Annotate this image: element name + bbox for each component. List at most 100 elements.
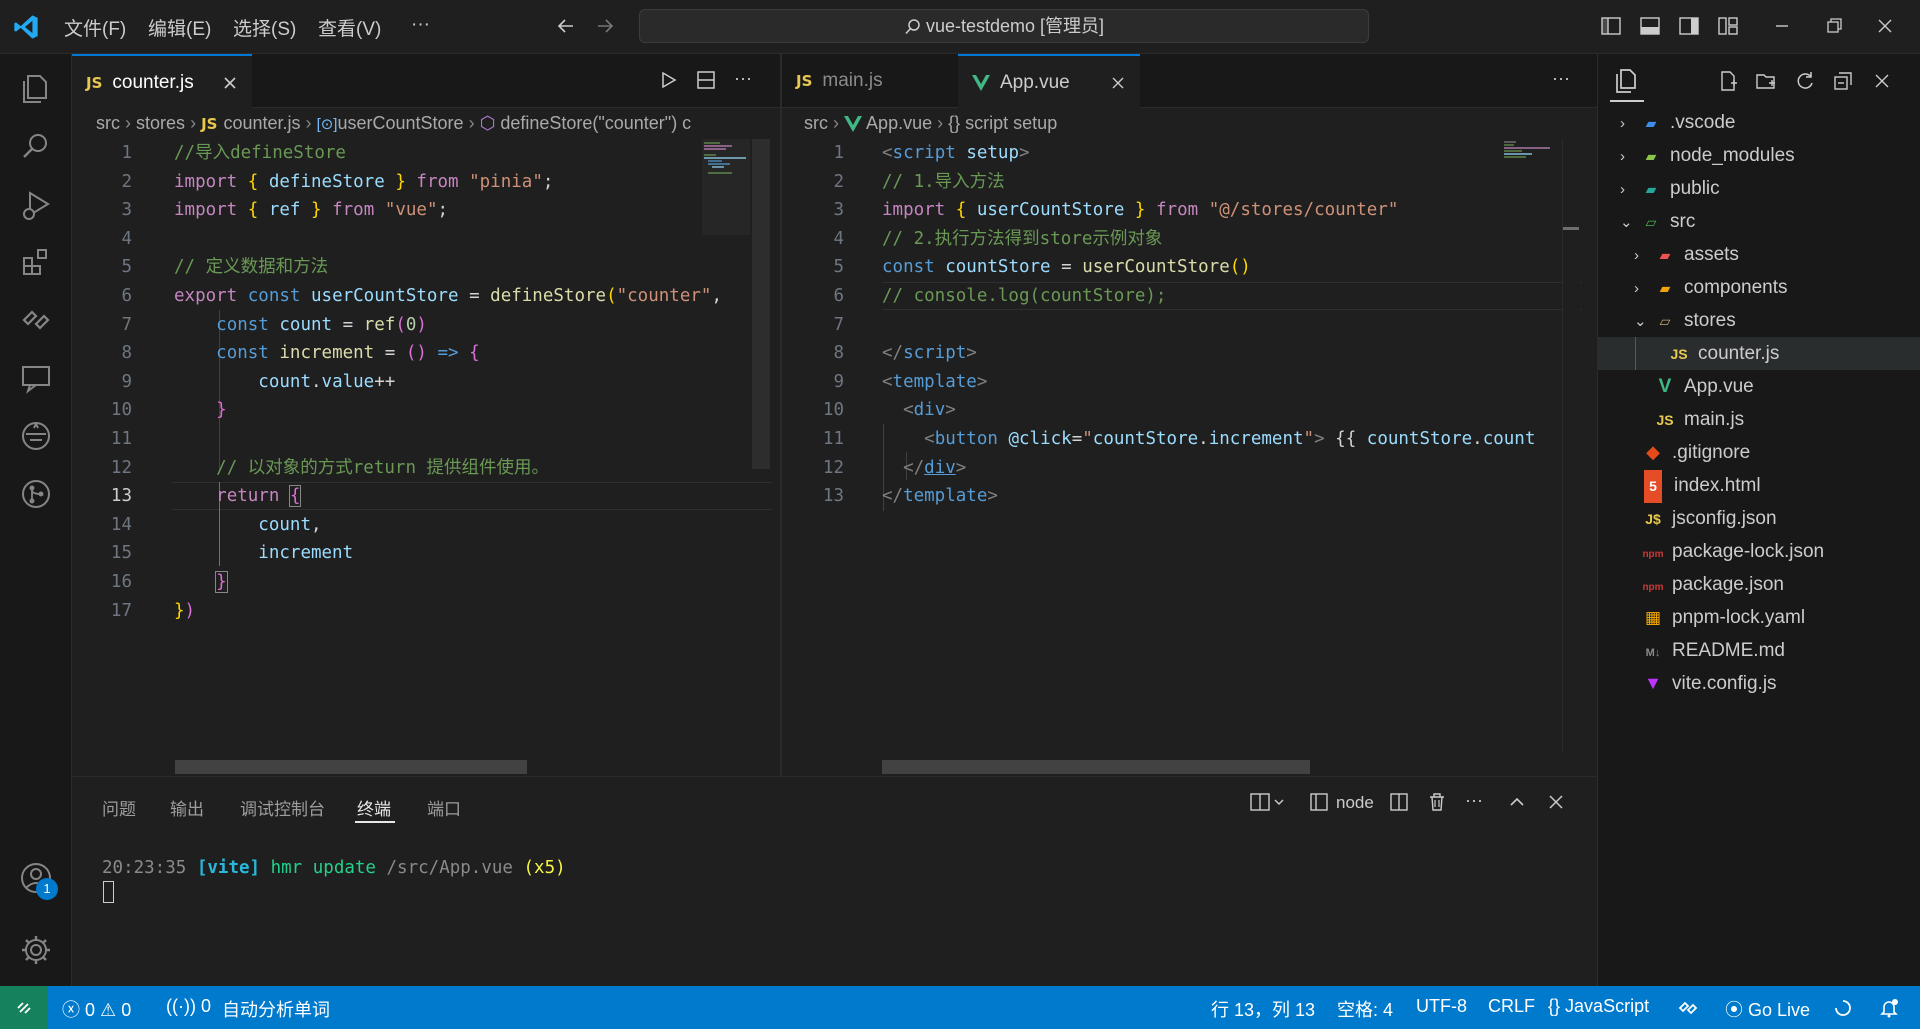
tab-app-vue[interactable]: App.vue bbox=[958, 54, 1140, 109]
more-actions-icon[interactable]: ··· bbox=[1552, 68, 1570, 89]
settings-gear-icon[interactable] bbox=[16, 930, 56, 970]
tree-file-gitignore[interactable]: ◆ .gitignore bbox=[1642, 436, 1750, 469]
terminal-cursor[interactable] bbox=[103, 881, 114, 903]
tree-file-jsconfig[interactable]: J$ jsconfig.json bbox=[1642, 502, 1776, 535]
terminal-name[interactable]: node bbox=[1336, 793, 1374, 813]
panel-tab-ports[interactable]: 端口 bbox=[427, 795, 461, 820]
more-actions-icon[interactable]: ··· bbox=[1465, 790, 1483, 811]
tree-file-main-js[interactable]: JS main.js bbox=[1654, 403, 1744, 436]
run-file-icon[interactable] bbox=[657, 69, 679, 91]
tab-main-js[interactable]: JS main.js bbox=[782, 54, 958, 108]
cursor-position[interactable]: 行 13，列 13 bbox=[1211, 996, 1315, 1022]
trash-icon[interactable] bbox=[1426, 791, 1448, 813]
new-folder-icon[interactable] bbox=[1754, 69, 1778, 93]
problems-status[interactable]: ⓧ 0 ⚠ 0 bbox=[62, 996, 131, 1022]
panel-tab-terminal[interactable]: 终端 bbox=[357, 795, 391, 820]
menu-edit[interactable]: 编辑(E) bbox=[148, 14, 211, 41]
close-panel-icon[interactable] bbox=[1545, 791, 1567, 813]
search-activity-icon[interactable] bbox=[16, 126, 56, 166]
more-actions-icon[interactable]: ··· bbox=[734, 68, 752, 89]
menu-view[interactable]: 查看(V) bbox=[318, 14, 381, 41]
toggle-panel-icon[interactable] bbox=[1639, 15, 1661, 37]
tree-file-vite-config[interactable]: ▼ vite.config.js bbox=[1642, 667, 1776, 700]
toggle-secondary-sidebar-icon[interactable] bbox=[1678, 15, 1700, 37]
tab-counter-js[interactable]: JS counter.js bbox=[72, 54, 252, 109]
tree-folder-assets[interactable]: › ▰ assets bbox=[1634, 238, 1739, 271]
tree-folder-components[interactable]: › ▰ components bbox=[1634, 271, 1788, 304]
tree-folder-vscode[interactable]: › ▰ .vscode bbox=[1620, 106, 1735, 139]
panel-tab-output[interactable]: 输出 bbox=[170, 795, 204, 820]
tree-file-package-lock[interactable]: npm package-lock.json bbox=[1642, 535, 1824, 568]
vertical-scrollbar[interactable] bbox=[1562, 139, 1580, 753]
live-share-icon[interactable] bbox=[16, 358, 56, 398]
tree-folder-node-modules[interactable]: › ▰ node_modules bbox=[1620, 139, 1795, 172]
menu-selection[interactable]: 选择(S) bbox=[233, 14, 296, 41]
tree-file-index-html[interactable]: 5 index.html bbox=[1642, 469, 1761, 503]
close-tab-icon[interactable] bbox=[222, 75, 238, 91]
ports-status[interactable]: ((·)) 0 bbox=[166, 996, 211, 1017]
extensions-icon[interactable] bbox=[16, 242, 56, 282]
close-sidebar-icon[interactable] bbox=[1871, 70, 1893, 92]
customize-layout-icon[interactable] bbox=[1717, 15, 1739, 37]
menu-file[interactable]: 文件(F) bbox=[64, 14, 126, 41]
tree-file-counter-js[interactable]: JS counter.js bbox=[1668, 337, 1779, 370]
left-code-area[interactable]: //导入defineStore import { defineStore } f… bbox=[174, 139, 774, 639]
tree-file-readme[interactable]: M↓ README.md bbox=[1642, 634, 1785, 667]
new-terminal-split-dropdown-icon[interactable] bbox=[1248, 791, 1288, 813]
forward-arrow-icon[interactable] bbox=[594, 15, 616, 37]
minimize-icon[interactable] bbox=[1771, 15, 1793, 37]
right-code-area[interactable]: <script setup> // 1.导入方法 import { userCo… bbox=[882, 139, 1597, 639]
tree-folder-public[interactable]: › ▰ public bbox=[1620, 172, 1720, 205]
menu-more[interactable]: ··· bbox=[411, 14, 430, 36]
breadcrumb-item[interactable]: App.vue bbox=[866, 113, 932, 133]
breadcrumb-item[interactable]: userCountStore bbox=[337, 113, 463, 133]
explorer-icon[interactable] bbox=[16, 68, 56, 108]
breadcrumb-item[interactable]: stores bbox=[136, 113, 185, 133]
minimap[interactable] bbox=[1502, 139, 1558, 169]
go-live-button[interactable]: ⦿ Go Live bbox=[1725, 996, 1810, 1022]
horizontal-scrollbar[interactable] bbox=[175, 760, 527, 774]
source-control-graph-icon[interactable] bbox=[16, 474, 56, 514]
encoding-status[interactable]: UTF-8 bbox=[1416, 996, 1467, 1017]
refresh-icon[interactable] bbox=[1793, 69, 1817, 93]
breadcrumb-item[interactable]: {} script setup bbox=[948, 113, 1057, 133]
remote-indicator[interactable] bbox=[0, 986, 48, 1029]
breadcrumb-item[interactable]: counter.js bbox=[223, 113, 300, 133]
maximize-panel-chevron-up-icon[interactable] bbox=[1506, 791, 1528, 813]
breadcrumb-item[interactable]: defineStore("counter") c bbox=[500, 113, 691, 133]
notifications-bell-icon[interactable] bbox=[1878, 997, 1900, 1019]
minimap[interactable] bbox=[702, 139, 750, 235]
tree-label: main.js bbox=[1684, 409, 1745, 430]
tree-file-package-json[interactable]: npm package.json bbox=[1642, 568, 1784, 601]
new-file-icon[interactable] bbox=[1716, 69, 1740, 93]
breadcrumb-item[interactable]: src bbox=[96, 113, 120, 133]
panel-tab-problems[interactable]: 问题 bbox=[102, 795, 136, 820]
line-number: 4 bbox=[121, 228, 132, 249]
tree-file-app-vue[interactable]: V App.vue bbox=[1654, 370, 1754, 403]
split-editor-icon[interactable] bbox=[695, 69, 717, 91]
panel-tab-debug-console[interactable]: 调试控制台 bbox=[240, 795, 325, 820]
toggle-primary-sidebar-icon[interactable] bbox=[1600, 15, 1622, 37]
live-share-status-icon[interactable] bbox=[1677, 997, 1699, 1019]
run-debug-icon[interactable] bbox=[16, 184, 56, 224]
tree-file-pnpm-lock[interactable]: ▦ pnpm-lock.yaml bbox=[1642, 601, 1805, 634]
testing-icon[interactable] bbox=[16, 416, 56, 456]
language-mode[interactable]: {} JavaScript bbox=[1548, 996, 1649, 1017]
tree-folder-stores[interactable]: ⌄ ▱ stores bbox=[1634, 304, 1736, 337]
explorer-view-icon[interactable] bbox=[1612, 66, 1642, 96]
breadcrumb-item[interactable]: src bbox=[804, 113, 828, 133]
vertical-scrollbar[interactable] bbox=[752, 139, 770, 469]
close-window-icon[interactable] bbox=[1874, 15, 1896, 37]
restore-icon[interactable] bbox=[1823, 15, 1845, 37]
collapse-all-icon[interactable] bbox=[1831, 69, 1855, 93]
close-tab-icon[interactable] bbox=[1110, 75, 1126, 91]
command-center-search[interactable]: vue-testdemo [管理员] bbox=[639, 9, 1369, 43]
remote-explorer-icon[interactable] bbox=[16, 300, 56, 340]
split-terminal-icon[interactable] bbox=[1388, 791, 1410, 813]
eol-status[interactable]: CRLF bbox=[1488, 996, 1535, 1017]
autodetect-status[interactable]: 自动分析单词 bbox=[222, 996, 330, 1022]
back-arrow-icon[interactable] bbox=[555, 15, 577, 37]
tree-folder-src[interactable]: ⌄ ▱ src bbox=[1620, 205, 1695, 238]
indentation-status[interactable]: 空格: 4 bbox=[1337, 996, 1393, 1022]
horizontal-scrollbar[interactable] bbox=[882, 760, 1310, 774]
